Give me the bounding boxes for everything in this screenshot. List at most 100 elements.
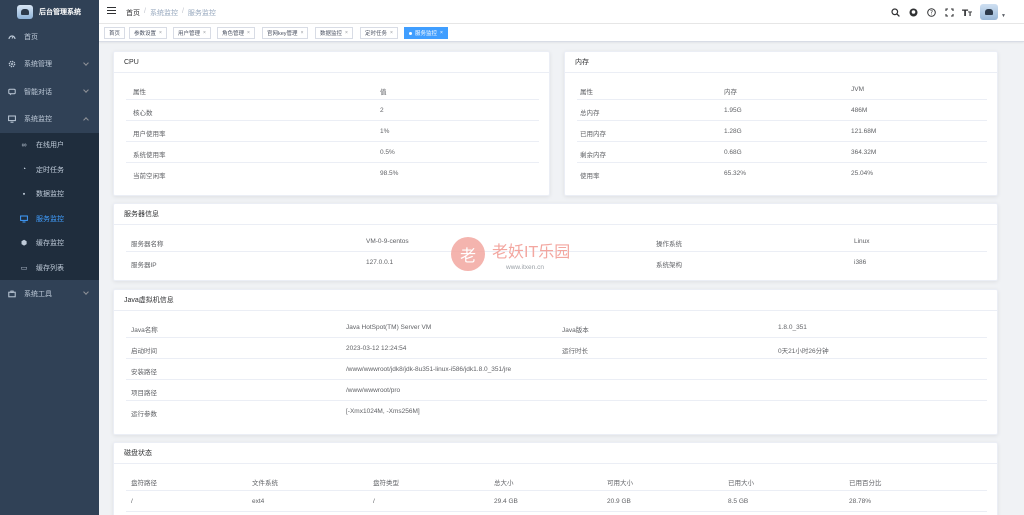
chevron-down-icon — [83, 59, 89, 66]
cell: 25.04% — [851, 170, 874, 177]
tag-roles[interactable]: 角色管理 × — [217, 27, 255, 39]
cell: Linux — [854, 238, 870, 245]
sidebar-item-system[interactable]: 系统管理 — [0, 51, 99, 79]
watermark-title: 老妖IT乐园 — [492, 243, 571, 261]
cell: 486M — [851, 107, 868, 114]
table-row: 总内存 1.95G 486M — [577, 100, 987, 121]
close-icon[interactable]: × — [159, 30, 162, 36]
table-row: 剩余内存 0.68G 364.32M — [577, 142, 987, 163]
column-header: 已用百分比 — [849, 480, 882, 487]
cell: 1.95G — [724, 107, 742, 114]
close-icon[interactable]: × — [203, 30, 206, 36]
column-header: 已用大小 — [728, 480, 754, 487]
cell: 已用内存 — [580, 131, 606, 138]
active-dot — [409, 31, 412, 35]
tag-home[interactable]: 首页 — [104, 27, 126, 39]
logo-image — [17, 4, 33, 19]
tag-label: 定时任务 — [365, 31, 388, 37]
tags-view: 首页 参数设置 × 用户管理 × 角色管理 × 官网key管理 × 数据监控 × 定时任务… — [99, 24, 1024, 42]
sidebar-item-online-users[interactable]: ∞ 在线用户 — [0, 133, 99, 158]
close-icon[interactable]: × — [345, 30, 348, 36]
navbar-actions: ? TT ▼ — [890, 4, 1006, 20]
tool-icon — [8, 290, 16, 298]
cell: 使用率 — [580, 173, 600, 180]
tag-label: 数据监控 — [320, 31, 343, 37]
search-icon[interactable] — [890, 7, 900, 17]
cell: 65.32% — [724, 170, 747, 177]
sidebar-item-label: 系统工具 — [24, 290, 52, 298]
breadcrumb-monitor[interactable]: 系统监控 — [150, 8, 178, 18]
close-icon[interactable]: × — [440, 30, 443, 36]
sidebar-item-cache-list[interactable]: ▭ 缓存列表 — [0, 256, 99, 281]
list-icon: ▭ — [20, 264, 28, 272]
svg-text:?: ? — [929, 9, 932, 16]
gear-icon — [8, 60, 16, 68]
cache-icon: ⬢ — [20, 240, 28, 248]
cell: i386 — [854, 259, 867, 266]
sidebar-item-jobs[interactable]: ◔ 定时任务 — [0, 158, 99, 183]
tag-params[interactable]: 参数设置 × — [129, 27, 167, 39]
sidebar-item-tools[interactable]: 系统工具 — [0, 280, 99, 308]
tag-label: 服务监控 — [415, 31, 438, 37]
sidebar-item-chat[interactable]: 智能对话 — [0, 78, 99, 106]
hamburger-icon[interactable] — [107, 7, 116, 16]
tag-keys[interactable]: 官网key管理 × — [262, 27, 309, 39]
logo[interactable]: 后台管理系统 — [0, 0, 99, 23]
github-icon[interactable] — [908, 7, 918, 17]
tag-label: 用户管理 — [178, 31, 201, 37]
close-icon[interactable]: × — [301, 30, 304, 36]
cell: 核心数 — [133, 110, 153, 117]
table-row: 已用内存 1.28G 121.68M — [577, 121, 987, 142]
job-icon: ◔ — [21, 166, 27, 174]
card-title: 内存 — [565, 52, 997, 73]
sidebar-item-label: 缓存监控 — [36, 240, 64, 248]
caret-down-icon[interactable]: ▼ — [1001, 13, 1006, 19]
card-title: 服务器信息 — [114, 204, 997, 225]
close-icon[interactable]: × — [390, 30, 393, 36]
monitor-icon — [8, 115, 16, 123]
tag-jobs[interactable]: 定时任务 × — [360, 27, 398, 39]
sidebar-item-home[interactable]: 首页 — [0, 23, 99, 51]
table-row: 项目路径 /www/wwwroot/pro — [126, 380, 987, 401]
column-header: 属性 — [133, 89, 146, 96]
cell: 28.78% — [849, 498, 872, 505]
table-row: 安装路径 /www/wwwroot/jdk8/jdk-8u351-linux-i… — [126, 359, 987, 380]
breadcrumb-home[interactable]: 首页 — [126, 8, 140, 18]
cell: Java HotSpot(TM) Server VM — [346, 324, 432, 331]
column-header: JVM — [851, 86, 864, 93]
sidebar-item-data-monitor[interactable]: ▪ 数据监控 — [0, 182, 99, 207]
close-icon[interactable]: × — [247, 30, 250, 36]
chevron-down-icon — [83, 87, 89, 93]
fullscreen-icon[interactable] — [944, 7, 954, 17]
table-header: 盘符路径 文件系统 盘符类型 总大小 可用大小 已用大小 已用百分比 — [126, 470, 987, 491]
watermark-text: 老妖IT乐园 www.itxen.cn — [492, 238, 570, 271]
watermark-logo: 老 — [451, 237, 485, 271]
tag-users[interactable]: 用户管理 × — [173, 27, 211, 39]
cell: 98.5% — [380, 170, 399, 177]
watermark: 老 老妖IT乐园 www.itxen.cn — [451, 237, 570, 271]
help-icon[interactable]: ? — [926, 7, 936, 17]
sidebar-item-monitor[interactable]: 系统监控 — [0, 106, 99, 134]
cpu-card: CPU 属性 值 核心数 2 用户使用率 1% 系统使用率 0.5% 当前空闲率… — [113, 51, 550, 196]
breadcrumb: 首页 / 系统监控 / 服务监控 — [126, 8, 216, 18]
tag-label: 参数设置 — [134, 31, 157, 37]
tag-data-monitor[interactable]: 数据监控 × — [315, 27, 353, 39]
jvm-card: Java虚拟机信息 Java名称 Java HotSpot(TM) Server… — [113, 289, 998, 435]
tag-server-monitor[interactable]: 服务监控 × — [404, 27, 448, 39]
card-title: CPU — [114, 52, 549, 73]
cell: 1.28G — [724, 128, 742, 135]
server-icon — [20, 215, 28, 223]
font-size-icon[interactable]: TT — [962, 7, 972, 17]
sidebar-item-cache-monitor[interactable]: ⬢ 缓存监控 — [0, 231, 99, 256]
cell: 121.68M — [851, 128, 877, 135]
cell: 29.4 GB — [494, 498, 518, 505]
cell: /www/wwwroot/pro — [346, 387, 401, 394]
svg-text:T: T — [968, 11, 972, 17]
avatar[interactable] — [980, 4, 999, 20]
sidebar-item-label: 系统监控 — [24, 116, 52, 124]
sidebar-item-server-monitor[interactable]: 服务监控 — [0, 207, 99, 232]
card-title: 磁盘状态 — [114, 443, 997, 464]
cell: 127.0.0.1 — [366, 259, 394, 266]
cell: 0.5% — [380, 149, 395, 156]
tag-label: 角色管理 — [222, 31, 245, 37]
